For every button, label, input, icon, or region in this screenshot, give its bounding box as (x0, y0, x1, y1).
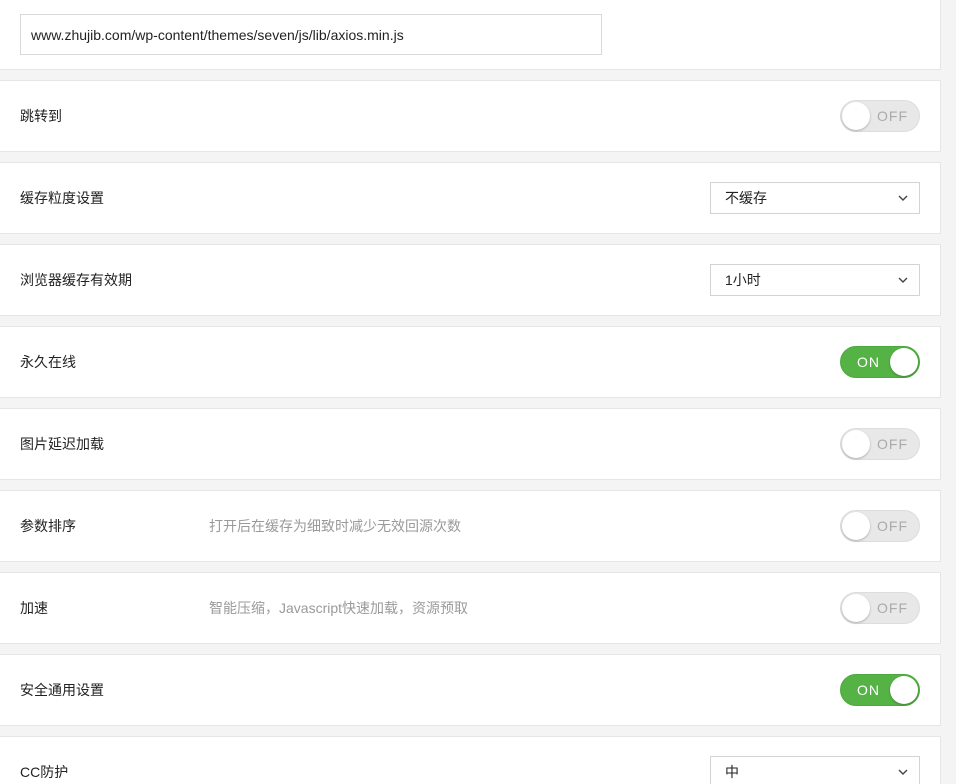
setting-label: 图片延迟加载 (20, 436, 104, 452)
security-general-toggle[interactable]: ON (840, 674, 920, 706)
browser-cache-ttl-select[interactable]: 1小时 (710, 264, 920, 296)
always-online-toggle[interactable]: ON (840, 346, 920, 378)
chevron-down-icon (898, 195, 908, 201)
setting-label: 跳转到 (20, 108, 62, 124)
toggle-state-text: ON (857, 682, 880, 698)
cache-granularity-select[interactable]: 不缓存 (710, 182, 920, 214)
toggle-state-text: ON (857, 354, 880, 370)
param-sort-toggle[interactable]: OFF (840, 510, 920, 542)
setting-label: 安全通用设置 (20, 682, 104, 698)
url-input-card (0, 0, 941, 70)
setting-row-acceleration: 加速 智能压缩，Javascript快速加载，资源预取 OFF (0, 572, 941, 644)
chevron-down-icon (898, 769, 908, 775)
chevron-down-icon (898, 277, 908, 283)
setting-description: 打开后在缓存为细致时减少无效回源次数 (209, 518, 461, 534)
cc-protection-select[interactable]: 中 (710, 756, 920, 784)
setting-label: 浏览器缓存有效期 (20, 272, 132, 288)
toggle-state-text: OFF (877, 108, 908, 124)
image-lazy-load-toggle[interactable]: OFF (840, 428, 920, 460)
settings-page: 跳转到 OFF 缓存粒度设置 不缓存 浏览器缓存有效期 1小时 永久在线 ON (0, 0, 956, 784)
select-value: 1小时 (725, 272, 761, 288)
toggle-knob (842, 430, 870, 458)
select-value: 中 (725, 764, 739, 780)
setting-row-always-online: 永久在线 ON (0, 326, 941, 398)
toggle-state-text: OFF (877, 518, 908, 534)
setting-row-param-sort: 参数排序 打开后在缓存为细致时减少无效回源次数 OFF (0, 490, 941, 562)
select-value: 不缓存 (725, 190, 767, 206)
toggle-knob (842, 102, 870, 130)
setting-label: 永久在线 (20, 354, 76, 370)
setting-row-cc-protection: CC防护 中 (0, 736, 941, 784)
setting-row-security-general: 安全通用设置 ON (0, 654, 941, 726)
redirect-toggle[interactable]: OFF (840, 100, 920, 132)
setting-label: 缓存粒度设置 (20, 190, 104, 206)
setting-description: 智能压缩，Javascript快速加载，资源预取 (209, 600, 469, 616)
toggle-knob (842, 594, 870, 622)
setting-label: 参数排序 (20, 518, 76, 534)
toggle-knob (842, 512, 870, 540)
toggle-knob (890, 676, 918, 704)
toggle-knob (890, 348, 918, 376)
acceleration-toggle[interactable]: OFF (840, 592, 920, 624)
setting-row-image-lazy-load: 图片延迟加载 OFF (0, 408, 941, 480)
setting-label: CC防护 (20, 764, 69, 780)
url-input[interactable] (20, 14, 602, 55)
setting-row-browser-cache-ttl: 浏览器缓存有效期 1小时 (0, 244, 941, 316)
setting-row-redirect: 跳转到 OFF (0, 80, 941, 152)
setting-label: 加速 (20, 600, 48, 616)
toggle-state-text: OFF (877, 436, 908, 452)
setting-row-cache-granularity: 缓存粒度设置 不缓存 (0, 162, 941, 234)
toggle-state-text: OFF (877, 600, 908, 616)
